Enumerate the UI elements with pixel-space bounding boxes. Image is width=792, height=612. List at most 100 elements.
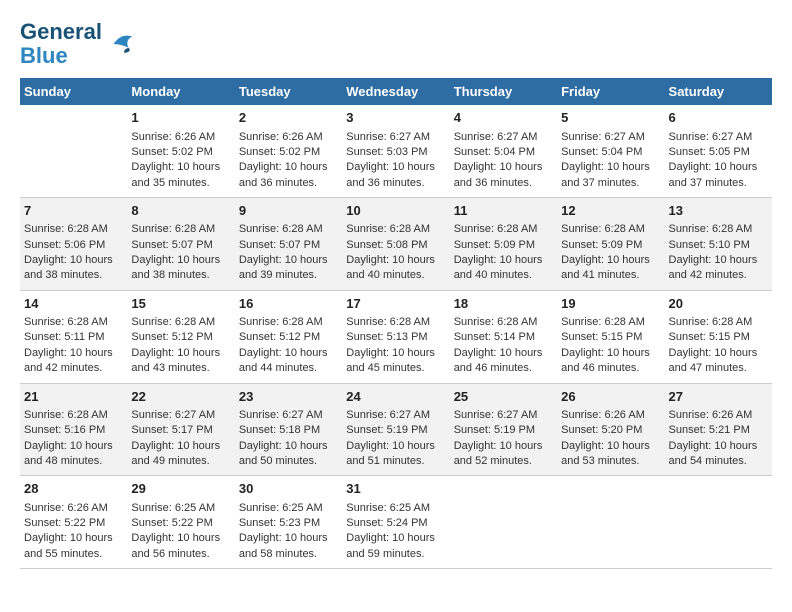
day-number: 17 [346, 295, 445, 313]
calendar-cell: 14Sunrise: 6:28 AM Sunset: 5:11 PM Dayli… [20, 290, 127, 383]
logo: GeneralBlue [20, 20, 136, 68]
calendar-week-row: 21 Sunrise: 6:28 AM Sunset: 5:16 PM Dayli… [20, 383, 772, 476]
day-info: Sunrise: 6:25 AM Sunset: 5:22 PM Dayligh… [131, 501, 230, 563]
day-number: 2 [239, 109, 338, 127]
logo-bird-icon [106, 29, 136, 59]
day-info: Sunrise: 6:28 AM Sunset: 5:06 PM Dayligh… [24, 222, 123, 284]
day-info: Sunrise: 6:27 AM Sunset: 5:19 PM Dayligh… [454, 408, 553, 470]
day-info: Sunrise: 6:28 AM Sunset: 5:09 PM Dayligh… [454, 222, 553, 284]
calendar-cell: 18Sunrise: 6:28 AM Sunset: 5:14 PM Dayli… [450, 290, 557, 383]
calendar-cell: 23 Sunrise: 6:27 AM Sunset: 5:18 PM Dayli… [235, 383, 342, 476]
calendar-cell: 13Sunrise: 6:28 AM Sunset: 5:10 PM Dayli… [665, 198, 772, 291]
calendar-cell: 27 Sunrise: 6:26 AM Sunset: 5:21 PM Dayli… [665, 383, 772, 476]
day-info: Sunrise: 6:27 AM Sunset: 5:18 PM Dayligh… [239, 408, 338, 470]
calendar-cell: 10 Sunrise: 6:28 AM Sunset: 5:08 PM Dayli… [342, 198, 449, 291]
header-saturday: Saturday [665, 78, 772, 105]
header-sunday: Sunday [20, 78, 127, 105]
day-number: 9 [239, 202, 338, 220]
calendar-cell: 3 Sunrise: 6:27 AM Sunset: 5:03 PM Daylig… [342, 105, 449, 197]
day-number: 19 [561, 295, 660, 313]
logo-text: GeneralBlue [20, 20, 102, 68]
day-info: Sunrise: 6:26 AM Sunset: 5:02 PM Dayligh… [239, 130, 338, 192]
calendar-cell: 17Sunrise: 6:28 AM Sunset: 5:13 PM Dayli… [342, 290, 449, 383]
calendar-cell: 28 Sunrise: 6:26 AM Sunset: 5:22 PM Dayli… [20, 476, 127, 569]
calendar-table: SundayMondayTuesdayWednesdayThursdayFrid… [20, 78, 772, 569]
day-number: 10 [346, 202, 445, 220]
day-number: 12 [561, 202, 660, 220]
header-monday: Monday [127, 78, 234, 105]
calendar-header-row: SundayMondayTuesdayWednesdayThursdayFrid… [20, 78, 772, 105]
day-number: 5 [561, 109, 660, 127]
day-number: 14 [24, 295, 123, 313]
day-info: Sunrise: 6:28 AM Sunset: 5:10 PM Dayligh… [669, 222, 768, 284]
calendar-cell: 15 Sunrise: 6:28 AM Sunset: 5:12 PM Dayli… [127, 290, 234, 383]
day-number: 31 [346, 480, 445, 498]
calendar-cell: 1 Sunrise: 6:26 AM Sunset: 5:02 PM Daylig… [127, 105, 234, 197]
calendar-week-row: 14Sunrise: 6:28 AM Sunset: 5:11 PM Dayli… [20, 290, 772, 383]
calendar-cell: 20Sunrise: 6:28 AM Sunset: 5:15 PM Dayli… [665, 290, 772, 383]
day-info: Sunrise: 6:26 AM Sunset: 5:21 PM Dayligh… [669, 408, 768, 470]
calendar-cell: 31 Sunrise: 6:25 AM Sunset: 5:24 PM Dayli… [342, 476, 449, 569]
calendar-week-row: 1 Sunrise: 6:26 AM Sunset: 5:02 PM Daylig… [20, 105, 772, 197]
calendar-cell [557, 476, 664, 569]
calendar-week-row: 28 Sunrise: 6:26 AM Sunset: 5:22 PM Dayli… [20, 476, 772, 569]
header-tuesday: Tuesday [235, 78, 342, 105]
day-number: 25 [454, 388, 553, 406]
calendar-cell: 8Sunrise: 6:28 AM Sunset: 5:07 PM Daylig… [127, 198, 234, 291]
day-info: Sunrise: 6:25 AM Sunset: 5:23 PM Dayligh… [239, 501, 338, 563]
page-header: GeneralBlue [20, 20, 772, 68]
calendar-cell: 6Sunrise: 6:27 AM Sunset: 5:05 PM Daylig… [665, 105, 772, 197]
day-number: 26 [561, 388, 660, 406]
calendar-cell: 24 Sunrise: 6:27 AM Sunset: 5:19 PM Dayli… [342, 383, 449, 476]
day-number: 29 [131, 480, 230, 498]
calendar-cell: 11Sunrise: 6:28 AM Sunset: 5:09 PM Dayli… [450, 198, 557, 291]
calendar-cell: 22 Sunrise: 6:27 AM Sunset: 5:17 PM Dayli… [127, 383, 234, 476]
day-info: Sunrise: 6:27 AM Sunset: 5:04 PM Dayligh… [454, 130, 553, 192]
day-number: 3 [346, 109, 445, 127]
calendar-cell: 29 Sunrise: 6:25 AM Sunset: 5:22 PM Dayli… [127, 476, 234, 569]
day-info: Sunrise: 6:27 AM Sunset: 5:04 PM Dayligh… [561, 130, 660, 192]
calendar-cell: 21 Sunrise: 6:28 AM Sunset: 5:16 PM Dayli… [20, 383, 127, 476]
day-info: Sunrise: 6:28 AM Sunset: 5:09 PM Dayligh… [561, 222, 660, 284]
day-number: 23 [239, 388, 338, 406]
day-info: Sunrise: 6:28 AM Sunset: 5:08 PM Dayligh… [346, 222, 445, 284]
calendar-cell: 25 Sunrise: 6:27 AM Sunset: 5:19 PM Dayli… [450, 383, 557, 476]
calendar-week-row: 7Sunrise: 6:28 AM Sunset: 5:06 PM Daylig… [20, 198, 772, 291]
day-number: 4 [454, 109, 553, 127]
calendar-cell: 9 Sunrise: 6:28 AM Sunset: 5:07 PM Daylig… [235, 198, 342, 291]
day-info: Sunrise: 6:27 AM Sunset: 5:19 PM Dayligh… [346, 408, 445, 470]
day-number: 27 [669, 388, 768, 406]
header-wednesday: Wednesday [342, 78, 449, 105]
day-info: Sunrise: 6:27 AM Sunset: 5:03 PM Dayligh… [346, 130, 445, 192]
day-number: 22 [131, 388, 230, 406]
day-info: Sunrise: 6:27 AM Sunset: 5:17 PM Dayligh… [131, 408, 230, 470]
calendar-cell: 2 Sunrise: 6:26 AM Sunset: 5:02 PM Daylig… [235, 105, 342, 197]
day-number: 1 [131, 109, 230, 127]
day-info: Sunrise: 6:26 AM Sunset: 5:02 PM Dayligh… [131, 130, 230, 192]
day-number: 6 [669, 109, 768, 127]
day-info: Sunrise: 6:26 AM Sunset: 5:20 PM Dayligh… [561, 408, 660, 470]
calendar-cell [450, 476, 557, 569]
day-info: Sunrise: 6:28 AM Sunset: 5:12 PM Dayligh… [131, 315, 230, 377]
day-info: Sunrise: 6:28 AM Sunset: 5:07 PM Dayligh… [239, 222, 338, 284]
day-number: 20 [669, 295, 768, 313]
day-number: 28 [24, 480, 123, 498]
calendar-cell [665, 476, 772, 569]
day-number: 21 [24, 388, 123, 406]
calendar-cell: 4 Sunrise: 6:27 AM Sunset: 5:04 PM Daylig… [450, 105, 557, 197]
day-info: Sunrise: 6:26 AM Sunset: 5:22 PM Dayligh… [24, 501, 123, 563]
day-info: Sunrise: 6:28 AM Sunset: 5:07 PM Dayligh… [131, 222, 230, 284]
calendar-cell [20, 105, 127, 197]
day-info: Sunrise: 6:28 AM Sunset: 5:16 PM Dayligh… [24, 408, 123, 470]
calendar-cell: 7Sunrise: 6:28 AM Sunset: 5:06 PM Daylig… [20, 198, 127, 291]
day-number: 16 [239, 295, 338, 313]
day-number: 15 [131, 295, 230, 313]
calendar-cell: 26 Sunrise: 6:26 AM Sunset: 5:20 PM Dayli… [557, 383, 664, 476]
day-info: Sunrise: 6:28 AM Sunset: 5:12 PM Dayligh… [239, 315, 338, 377]
calendar-cell: 19Sunrise: 6:28 AM Sunset: 5:15 PM Dayli… [557, 290, 664, 383]
calendar-cell: 12 Sunrise: 6:28 AM Sunset: 5:09 PM Dayli… [557, 198, 664, 291]
day-number: 24 [346, 388, 445, 406]
header-thursday: Thursday [450, 78, 557, 105]
day-number: 18 [454, 295, 553, 313]
day-info: Sunrise: 6:25 AM Sunset: 5:24 PM Dayligh… [346, 501, 445, 563]
